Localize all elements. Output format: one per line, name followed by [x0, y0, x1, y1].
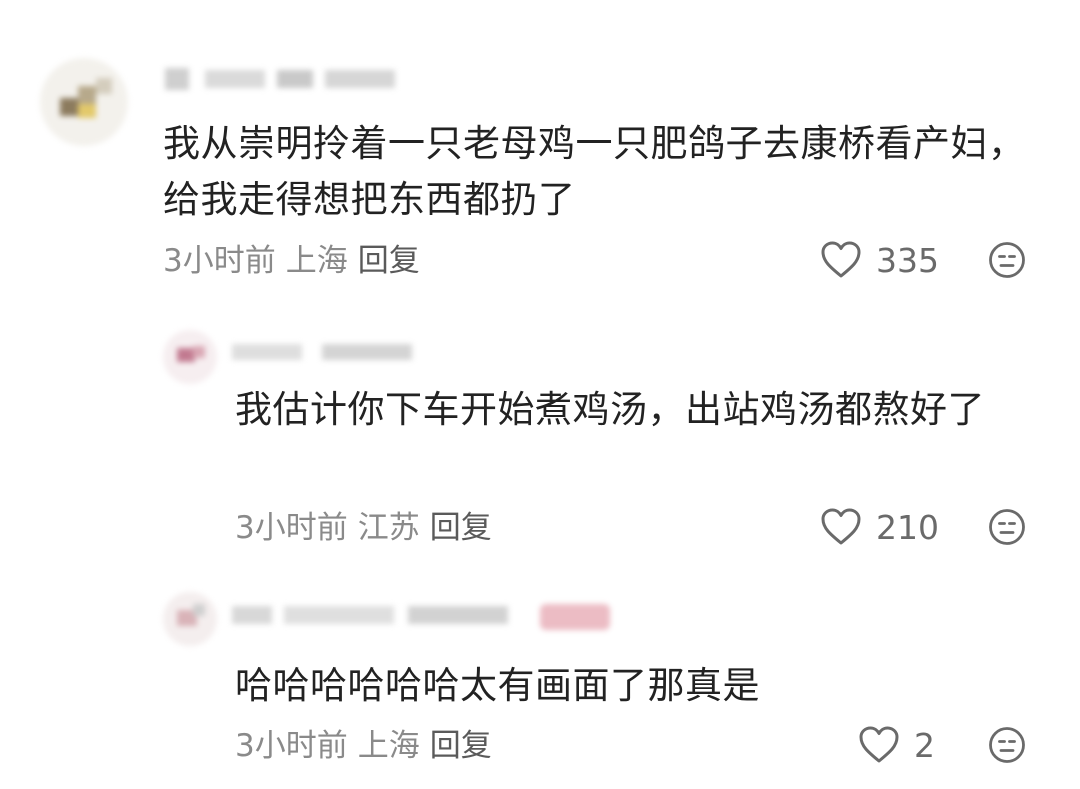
comment-text[interactable]: 我估计你下车开始煮鸡汤，出站鸡汤都熬好了 — [235, 382, 1035, 438]
comment-meta: 3小时前 上海 回复 — [163, 241, 430, 281]
like-button[interactable]: 335 — [820, 238, 939, 282]
reply-button[interactable]: 回复 — [430, 728, 492, 764]
avatar[interactable] — [40, 58, 128, 146]
like-button[interactable]: 210 — [820, 505, 939, 549]
comment-text[interactable]: 我从崇明拎着一只老母鸡一只肥鸽子去康桥看产妇，给我走得想把东西都扔了 — [163, 116, 1043, 228]
username[interactable] — [232, 600, 522, 630]
comment-location: 江苏 — [357, 510, 420, 546]
comment-time: 3小时前 — [163, 243, 276, 279]
comment-time: 3小时前 — [235, 510, 348, 546]
heart-outline-icon — [821, 508, 861, 545]
reply-button[interactable]: 回复 — [430, 510, 492, 546]
comment-location: 上海 — [357, 728, 420, 764]
meh-face-icon[interactable] — [988, 241, 1026, 279]
avatar[interactable] — [163, 592, 217, 646]
username[interactable] — [165, 64, 405, 92]
user-badge — [540, 604, 610, 630]
username[interactable] — [232, 340, 432, 366]
heart-outline-icon — [821, 241, 861, 278]
comment-meta: 3小时前 江苏 回复 — [235, 508, 502, 548]
like-button[interactable]: 2 — [858, 723, 935, 767]
avatar[interactable] — [163, 330, 217, 384]
meh-face-icon[interactable] — [988, 508, 1026, 546]
comment-text[interactable]: 哈哈哈哈哈哈太有画面了那真是 — [235, 658, 1035, 714]
comment-location: 上海 — [285, 243, 348, 279]
comment-meta: 3小时前 上海 回复 — [235, 726, 502, 766]
like-count: 335 — [876, 240, 939, 280]
like-count: 2 — [914, 725, 935, 765]
reply-button[interactable]: 回复 — [358, 243, 420, 279]
like-count: 210 — [876, 507, 939, 547]
comment-time: 3小时前 — [235, 728, 348, 764]
meh-face-icon[interactable] — [988, 726, 1026, 764]
heart-outline-icon — [859, 726, 899, 763]
